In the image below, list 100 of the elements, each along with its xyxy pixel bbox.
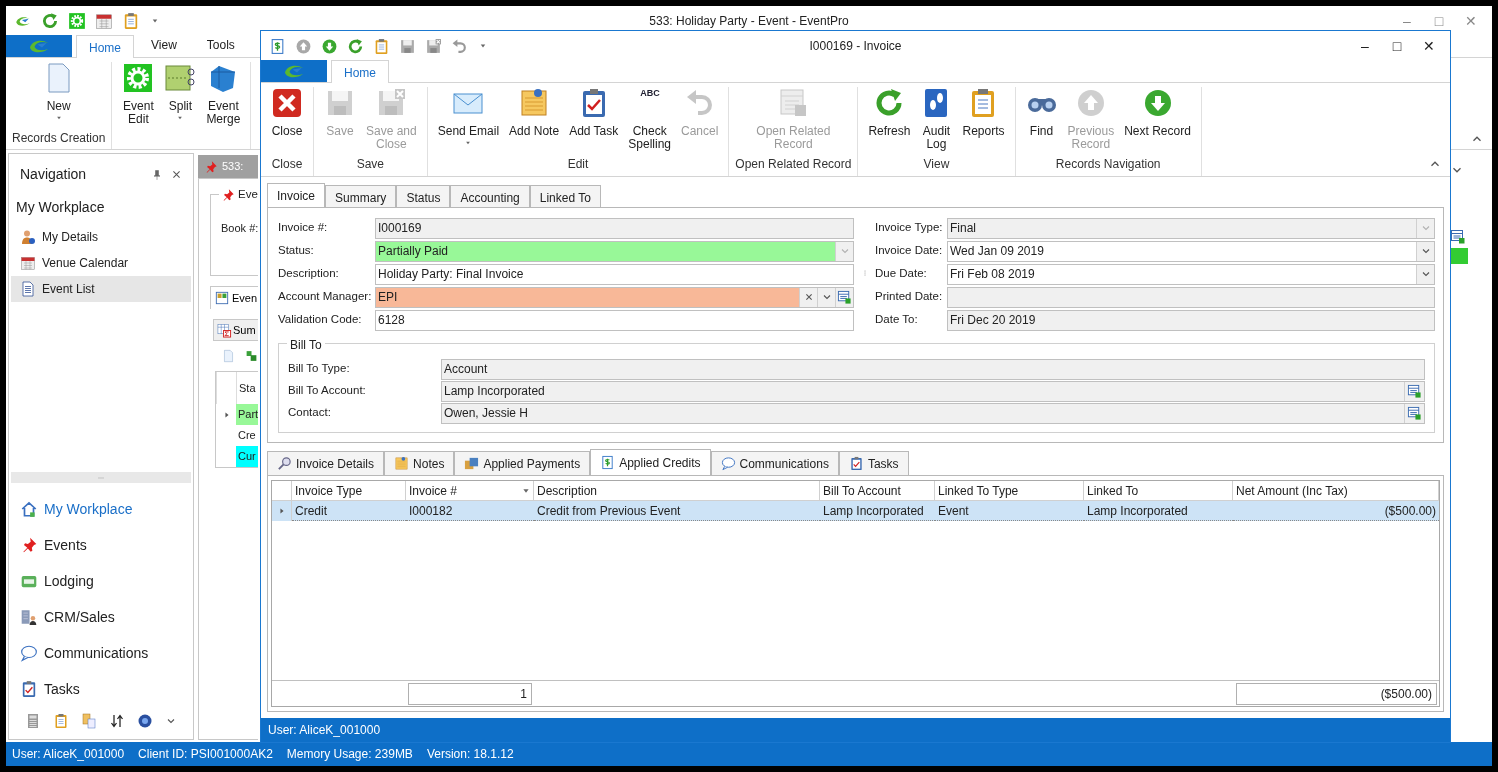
ribbon-button[interactable]: Find xyxy=(1021,87,1062,138)
clipboard-icon xyxy=(373,37,390,55)
tab[interactable]: Applied Credits xyxy=(590,449,711,475)
field-label: Date To: xyxy=(875,312,919,328)
ribbon-button[interactable]: Add Task xyxy=(565,87,623,138)
gear-icon xyxy=(68,12,86,30)
dropdown-field[interactable]: Wed Jan 09 2019 xyxy=(947,240,1435,262)
calendar-icon xyxy=(20,255,36,271)
tab[interactable]: Tasks xyxy=(838,451,909,475)
document-icon xyxy=(20,281,36,297)
ribbon-button[interactable]: Audit Log xyxy=(916,87,957,151)
lookup-field[interactable]: Owen, Jessie H xyxy=(441,402,1425,424)
input-field[interactable]: Account xyxy=(441,358,1425,380)
ribbon-tab[interactable]: Home xyxy=(76,35,134,58)
tab[interactable]: Even xyxy=(210,286,258,309)
module-item[interactable]: My Workplace xyxy=(9,491,193,527)
group-label: Open Related Record xyxy=(735,156,852,173)
ribbon-button[interactable]: Event Edit xyxy=(118,62,159,126)
group-label: View xyxy=(923,156,950,173)
tab[interactable]: Linked To xyxy=(529,185,601,207)
ribbon-button[interactable]: Close xyxy=(267,87,307,138)
input-field[interactable]: I000169 xyxy=(375,217,854,239)
ribbon-button[interactable]: New xyxy=(38,62,79,129)
row-indicator[interactable] xyxy=(272,501,292,521)
clipboard-icon xyxy=(848,456,864,471)
magnifier-icon xyxy=(277,456,292,471)
maximize-button[interactable]: □ xyxy=(1426,10,1452,32)
maximize-button[interactable]: □ xyxy=(1384,35,1410,57)
note-icon xyxy=(394,456,410,471)
field-label: Due Date: xyxy=(875,266,928,282)
clipboard-icon xyxy=(53,713,69,729)
save-close-icon xyxy=(425,37,442,55)
module-item[interactable]: Communications xyxy=(9,635,193,671)
close-button[interactable]: ✕ xyxy=(1458,10,1484,32)
lookup-icon xyxy=(1407,383,1422,399)
tab[interactable]: Notes xyxy=(384,451,455,475)
lookup-field[interactable]: Lamp Incorporated xyxy=(441,380,1425,402)
tab[interactable]: Accounting xyxy=(450,185,530,207)
summary-cell: ($500.00) xyxy=(1236,682,1437,705)
app-menu-button[interactable] xyxy=(261,60,327,82)
window-title: I000169 - Invoice xyxy=(809,39,902,53)
app-menu-button[interactable] xyxy=(6,35,72,57)
documents-icon xyxy=(81,713,97,729)
speech-bubble-icon xyxy=(720,456,736,471)
person-icon xyxy=(20,229,36,245)
tab[interactable]: Summary xyxy=(325,185,397,207)
ribbon-button[interactable]: Reports xyxy=(958,87,1009,138)
tab[interactable]: Invoice xyxy=(267,183,326,207)
ribbon-tab[interactable]: Tools xyxy=(193,32,248,57)
ribbon-button[interactable]: Split xyxy=(160,62,201,129)
table-cell: I000182 xyxy=(406,501,534,521)
ribbon-button[interactable]: ABC Check Spelling xyxy=(624,87,675,151)
pin-icon xyxy=(204,159,218,174)
ribbon-tab[interactable]: View xyxy=(138,32,190,57)
dropdown-field[interactable]: Partially Paid xyxy=(375,240,854,262)
lookup-icon xyxy=(837,289,852,305)
tab[interactable]: Sum xyxy=(213,319,258,341)
status-text: Memory Usage: 239MB xyxy=(286,746,413,763)
minimize-button[interactable]: – xyxy=(1352,35,1378,57)
tab[interactable]: Invoice Details xyxy=(267,451,385,475)
tab[interactable]: Communications xyxy=(710,451,839,475)
money-icon xyxy=(464,456,480,471)
module-item[interactable]: Lodging xyxy=(9,563,193,599)
section-title: My Workplace xyxy=(15,198,106,217)
clipboard-icon xyxy=(20,680,38,698)
pin-icon xyxy=(151,168,163,181)
input-field[interactable] xyxy=(947,286,1435,308)
ribbon-button[interactable]: Refresh xyxy=(864,87,915,138)
tab[interactable]: Status xyxy=(396,185,451,207)
input-field[interactable]: Holiday Party: Final Invoice xyxy=(375,263,854,285)
ribbon-button[interactable]: Event Merge xyxy=(202,62,245,126)
ribbon-button[interactable]: Next Record xyxy=(1120,87,1195,138)
close-button[interactable]: ✕ xyxy=(1416,35,1442,57)
calendar-icon xyxy=(95,12,113,30)
group-label: Edit xyxy=(567,156,589,173)
nav-item[interactable]: Event List xyxy=(11,276,191,302)
nav-item[interactable]: Venue Calendar xyxy=(11,250,191,276)
group-label: Save xyxy=(356,156,385,173)
module-item[interactable]: Tasks xyxy=(9,671,193,707)
group-label: Records Creation xyxy=(12,130,106,147)
group-label: Records Navigation xyxy=(1055,156,1161,173)
minimize-button[interactable]: – xyxy=(1394,10,1420,32)
field-label: Printed Date: xyxy=(875,289,944,305)
refresh-icon xyxy=(347,37,364,55)
input-field[interactable]: Fri Dec 20 2019 xyxy=(947,309,1435,331)
field-label: Validation Code: xyxy=(278,312,363,328)
table-cell: ($500.00) xyxy=(1233,501,1439,521)
input-field[interactable]: 6128 xyxy=(375,309,854,331)
ribbon-button[interactable]: Add Note xyxy=(505,87,564,138)
nav-item[interactable]: My Details xyxy=(11,224,191,250)
ribbon-button[interactable]: Send Email xyxy=(433,87,504,154)
dropdown-field[interactable]: Final xyxy=(947,217,1435,239)
lookup-field[interactable]: EPI xyxy=(375,286,854,308)
dropdown-field[interactable]: Fri Feb 08 2019 xyxy=(947,263,1435,285)
table-cell: Part xyxy=(236,404,258,425)
building-icon xyxy=(20,608,38,626)
module-item[interactable]: Events xyxy=(9,527,193,563)
ribbon-tab[interactable]: Home xyxy=(331,60,389,83)
module-item[interactable]: CRM/Sales xyxy=(9,599,193,635)
tab[interactable]: Applied Payments xyxy=(454,451,591,475)
